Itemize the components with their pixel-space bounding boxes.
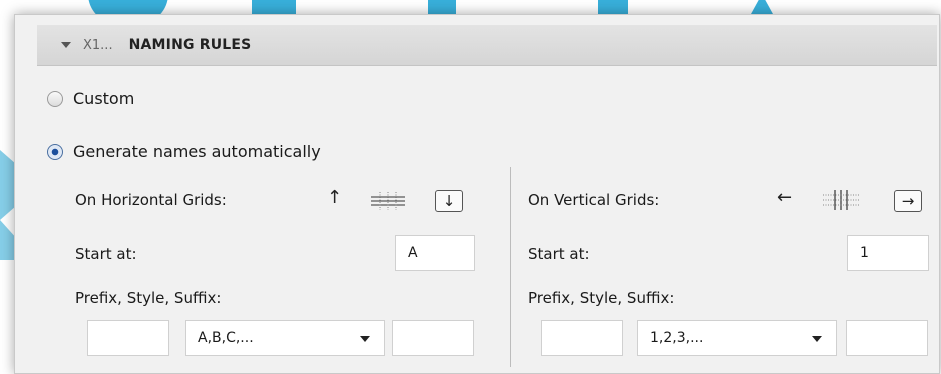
vertical-start-value: 1 <box>860 245 869 261</box>
vertical-suffix-input[interactable] <box>846 320 928 356</box>
horizontal-prefix-input[interactable] <box>87 320 169 356</box>
horizontal-start-label: Start at: <box>75 245 137 263</box>
naming-rules-panel: X1... NAMING RULES Custom Generate names… <box>14 14 940 374</box>
horizontal-start-value: A <box>408 245 418 261</box>
right-arrow-icon: → <box>901 192 915 210</box>
auto-option[interactable]: Generate names automatically <box>47 142 321 161</box>
up-arrow-icon: ↑ <box>327 187 343 208</box>
horizontal-style-value: A,B,C,... <box>198 330 254 346</box>
custom-radio[interactable] <box>47 90 63 107</box>
toggle-right-button[interactable]: → <box>894 190 922 212</box>
horizontal-suffix-input[interactable] <box>392 320 474 356</box>
vertical-prefix-input[interactable] <box>541 320 623 356</box>
vertical-grids-label: On Vertical Grids: <box>528 191 660 209</box>
section-prefix: X1... <box>83 37 113 53</box>
section-title: NAMING RULES <box>128 37 252 53</box>
horizontal-style-select[interactable]: A,B,C,... <box>185 320 385 356</box>
chevron-down-icon <box>360 336 370 342</box>
collapse-triangle-icon[interactable] <box>61 42 71 48</box>
vertical-start-input[interactable]: 1 <box>847 235 929 271</box>
vertical-style-select[interactable]: 1,2,3,... <box>637 320 837 356</box>
auto-radio[interactable] <box>47 143 63 160</box>
down-arrow-icon: ↓ <box>442 192 456 210</box>
toggle-down-button[interactable]: ↓ <box>435 190 463 212</box>
auto-label: Generate names automatically <box>73 142 321 161</box>
custom-option[interactable]: Custom <box>47 89 134 108</box>
left-arrow-icon: ← <box>777 187 793 208</box>
horizontal-pss-label: Prefix, Style, Suffix: <box>75 289 222 307</box>
chevron-down-icon <box>812 336 822 342</box>
horizontal-grid-icon <box>371 192 405 210</box>
column-divider <box>510 167 511 367</box>
vertical-grid-icon <box>823 190 859 210</box>
horizontal-grids-label: On Horizontal Grids: <box>75 191 227 209</box>
custom-label: Custom <box>73 89 135 108</box>
section-header[interactable]: X1... NAMING RULES <box>37 25 937 66</box>
vertical-start-label: Start at: <box>528 245 590 263</box>
vertical-pss-label: Prefix, Style, Suffix: <box>528 289 675 307</box>
vertical-style-value: 1,2,3,... <box>650 330 704 346</box>
horizontal-start-input[interactable]: A <box>395 235 475 271</box>
